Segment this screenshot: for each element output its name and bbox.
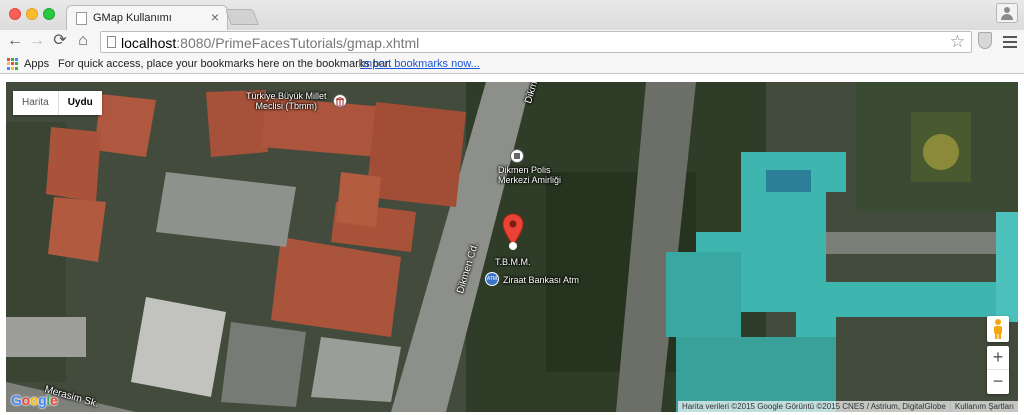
zoom-in-button[interactable]: + (987, 346, 1009, 370)
bookmark-star-icon[interactable]: ☆ (950, 32, 965, 52)
street-view-pegman-icon[interactable] (987, 316, 1009, 342)
import-bookmarks-link[interactable]: Import bookmarks now... (360, 58, 480, 70)
extension-shield-icon[interactable] (978, 32, 992, 49)
police-poi-icon[interactable] (510, 149, 524, 163)
map-type-option-map[interactable]: Harita (13, 91, 58, 115)
google-logo-letter: G (11, 392, 22, 408)
map-label-police-line2: Merkezi Amirliği (498, 175, 562, 185)
bookmarks-hint: For quick access, place your bookmarks h… (58, 58, 392, 70)
map-marker-icon[interactable] (501, 213, 525, 251)
url-path: :8080/PrimeFacesTutorials/gmap.xhtml (176, 35, 420, 51)
museum-poi-icon[interactable] (333, 94, 347, 108)
tab-close-icon[interactable]: × (211, 10, 219, 24)
zoom-out-button[interactable]: − (987, 370, 1009, 394)
menu-icon[interactable] (1003, 36, 1017, 48)
bookmarks-bar: Apps For quick access, place your bookma… (0, 54, 1024, 74)
marker-label: T.B.M.M. (495, 257, 531, 267)
google-map[interactable]: Harita Uydu Türkiye Büyük Millet Meclisi… (6, 82, 1018, 412)
google-logo-letter: o (29, 392, 39, 408)
page-icon (76, 12, 87, 25)
browser-tab[interactable]: GMap Kullanımı × (66, 5, 228, 31)
forward-icon[interactable]: → (28, 32, 46, 50)
map-label-police-line1: Dikmen Polis (498, 165, 551, 175)
map-label-bank[interactable]: Ziraat Bankası Atm (503, 275, 579, 285)
url-text: localhost:8080/PrimeFacesTutorials/gmap.… (121, 35, 419, 51)
map-type-control: Harita Uydu (13, 91, 102, 115)
new-tab-button[interactable] (225, 9, 259, 25)
page-icon (107, 36, 116, 48)
home-icon[interactable]: ⌂ (74, 32, 92, 50)
google-logo-letter: e (49, 392, 58, 408)
page-content: Harita Uydu Türkiye Büyük Millet Meclisi… (0, 75, 1024, 415)
browser-toolbar: ← → ⟳ ⌂ localhost:8080/PrimeFacesTutoria… (0, 30, 1024, 54)
address-bar[interactable]: localhost:8080/PrimeFacesTutorials/gmap.… (100, 31, 972, 53)
apps-icon[interactable] (7, 58, 19, 70)
profile-icon[interactable] (996, 3, 1018, 23)
zoom-window-button[interactable] (43, 8, 55, 20)
url-host: localhost (121, 35, 177, 51)
zoom-control: + − (987, 346, 1009, 394)
map-type-option-satellite[interactable]: Uydu (57, 91, 102, 115)
minimize-window-button[interactable] (26, 8, 38, 20)
reload-icon[interactable]: ⟳ (51, 32, 69, 50)
apps-link[interactable]: Apps (24, 58, 49, 70)
google-logo-letter: o (21, 392, 31, 408)
map-label-parliament-line1: Türkiye Büyük Millet (246, 91, 327, 101)
close-window-button[interactable] (9, 8, 21, 20)
google-logo[interactable]: Google (11, 392, 58, 408)
atm-poi-icon[interactable]: ATM (485, 272, 499, 286)
map-label-parliament-line2: Meclisi (Tbmm) (255, 101, 318, 111)
map-attribution: Harita verileri ©2015 Google Görüntü ©20… (677, 401, 1018, 412)
back-icon[interactable]: ← (6, 32, 24, 50)
terms-link[interactable]: Kullanım Şartları (949, 401, 1018, 412)
attribution-text: Harita verileri ©2015 Google Görüntü ©20… (681, 402, 946, 411)
map-label-parliament[interactable]: Türkiye Büyük Millet Meclisi (Tbmm) (246, 91, 327, 111)
window-titlebar: GMap Kullanımı × (0, 0, 1024, 31)
map-marker-pin (502, 213, 524, 246)
map-label-police[interactable]: Dikmen Polis Merkezi Amirliği (498, 165, 561, 185)
tab-title: GMap Kullanımı (93, 12, 172, 24)
